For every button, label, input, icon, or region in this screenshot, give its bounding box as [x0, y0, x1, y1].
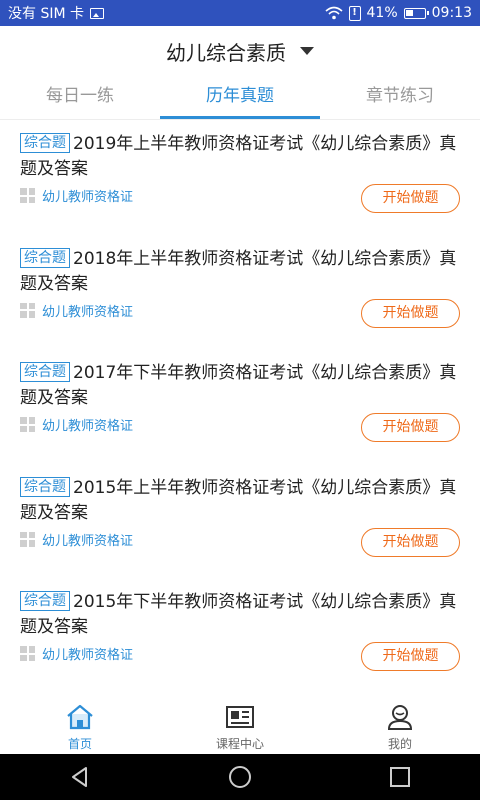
category-grid-icon: [20, 531, 35, 547]
item-title: 综合题 2015年上半年教师资格证考试《幼儿综合素质》真题及答案: [20, 476, 457, 523]
home-icon: [67, 704, 93, 730]
battery-icon: [403, 7, 429, 19]
carrier-text: 没有 SIM 卡: [8, 6, 84, 22]
item-title: 综合题 2019年上半年教师资格证考试《幼儿综合素质》真题及答案: [20, 133, 457, 179]
profile-icon: [387, 705, 413, 730]
tab-chapter-practice[interactable]: 章节练习: [320, 76, 480, 119]
nav-course-label: 课程中心: [215, 737, 264, 751]
wifi-icon: [324, 6, 343, 20]
tab-daily-practice[interactable]: 每日一练: [0, 76, 160, 119]
category-grid-icon: [20, 302, 35, 318]
category-grid-icon: [20, 646, 35, 661]
item-tag: 综合题: [20, 476, 70, 497]
start-button[interactable]: 开始做题: [361, 184, 460, 213]
start-button[interactable]: 开始做题: [361, 298, 460, 328]
category-grid-icon: [20, 188, 35, 203]
image-notification-icon: [90, 7, 104, 19]
list-item[interactable]: 综合题 2015年上半年教师资格证考试《幼儿综合素质》真题及答案 幼儿教师资格证 …: [0, 464, 480, 579]
chevron-down-icon: [300, 47, 314, 55]
item-category: 幼儿教师资格证: [20, 530, 133, 549]
start-button[interactable]: 开始做题: [361, 527, 460, 557]
page-title: 幼儿综合素质: [166, 40, 286, 65]
list-item[interactable]: 综合题 2019年上半年教师资格证考试《幼儿综合素质》真题及答案 幼儿教师资格证 …: [0, 120, 480, 235]
category-grid-icon: [20, 417, 35, 432]
nav-profile[interactable]: 我的: [320, 694, 480, 754]
nav-home-label: 首页: [67, 737, 92, 751]
subject-selector[interactable]: 幼儿综合素质: [0, 26, 480, 76]
nav-course-center[interactable]: 课程中心: [160, 694, 320, 754]
item-category: 幼儿教师资格证: [20, 186, 133, 205]
list-item[interactable]: 综合题 2017年下半年教师资格证考试《幼儿综合素质》真题及答案 幼儿教师资格证 …: [0, 349, 480, 464]
clock: 09:13: [431, 5, 472, 21]
back-icon[interactable]: [68, 765, 92, 789]
item-tag: 综合题: [20, 247, 70, 268]
nav-profile-label: 我的: [387, 737, 412, 751]
item-title: 综合题 2018年上半年教师资格证考试《幼儿综合素质》真题及答案: [20, 247, 457, 294]
item-tag: 综合题: [20, 133, 70, 153]
item-tag: 综合题: [20, 362, 70, 382]
nav-home[interactable]: 首页: [0, 694, 160, 754]
home-circle-icon[interactable]: [228, 765, 252, 789]
tab-bar: 每日一练 历年真题 章节练习: [0, 76, 480, 120]
item-title: 综合题 2015年下半年教师资格证考试《幼儿综合素质》真题及答案: [20, 591, 457, 637]
item-tag: 综合题: [20, 591, 70, 611]
sim-alert-icon: !: [348, 5, 361, 21]
item-category: 幼儿教师资格证: [20, 301, 133, 320]
course-icon: [226, 706, 254, 728]
list-item[interactable]: 综合题 2018年上半年教师资格证考试《幼儿综合素质》真题及答案 幼儿教师资格证 …: [0, 235, 480, 350]
tab-past-exams[interactable]: 历年真题: [160, 76, 320, 119]
list-item[interactable]: 综合题 2015年下半年教师资格证考试《幼儿综合素质》真题及答案 幼儿教师资格证 …: [0, 578, 480, 693]
status-bar: 没有 SIM 卡 ! 41% 09:13: [0, 0, 480, 26]
system-nav-bar: [0, 754, 480, 800]
start-button[interactable]: 开始做题: [361, 642, 460, 671]
bottom-nav: 首页 课程中心 我的: [0, 694, 480, 754]
item-title: 综合题 2017年下半年教师资格证考试《幼儿综合素质》真题及答案: [20, 362, 457, 408]
battery-percent: 41%: [366, 5, 398, 21]
item-category: 幼儿教师资格证: [20, 644, 133, 663]
item-category: 幼儿教师资格证: [20, 415, 133, 434]
exam-list: 综合题 2019年上半年教师资格证考试《幼儿综合素质》真题及答案 幼儿教师资格证 …: [0, 120, 480, 693]
start-button[interactable]: 开始做题: [361, 413, 460, 442]
recents-icon[interactable]: [388, 765, 412, 789]
